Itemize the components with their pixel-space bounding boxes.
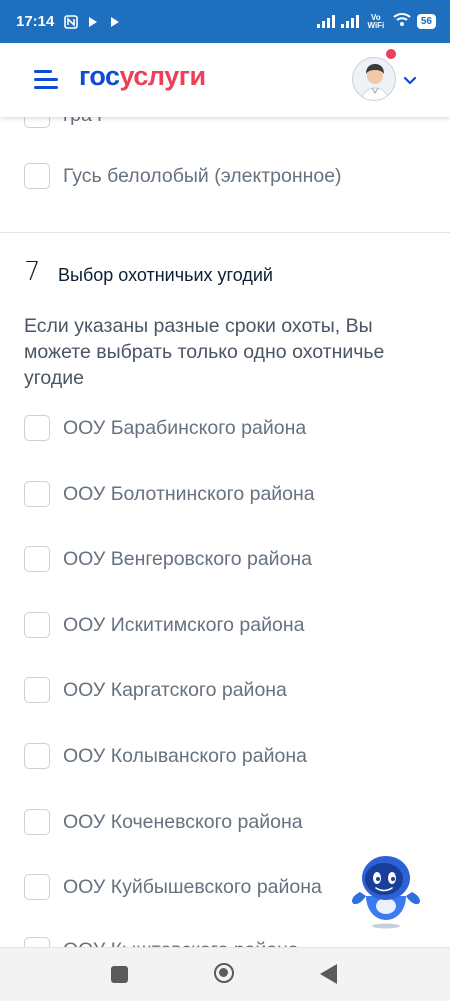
option-hunting-ground-9[interactable]: ООУ Кыштовского района <box>24 937 299 947</box>
option-hunting-ground-7[interactable]: ООУ Коченевского района <box>24 809 303 835</box>
checkbox[interactable] <box>24 415 50 441</box>
status-bar: 17:14 Vo WiFi 56 <box>0 0 450 43</box>
avatar[interactable] <box>352 57 396 101</box>
section-title: Выбор охотничьих угодий <box>58 265 273 285</box>
signal-icon <box>340 15 359 28</box>
option-hunting-ground-4[interactable]: ООУ Искитимского района <box>24 612 304 638</box>
option-label: ООУ Коченевского района <box>63 810 303 833</box>
home-icon[interactable] <box>214 963 234 983</box>
option-label: ООУ Венгеровского района <box>63 547 313 570</box>
option-hunting-ground-5[interactable]: ООУ Каргатского района <box>24 677 287 703</box>
option-label: ООУ Каргатского района <box>63 678 287 701</box>
recent-apps-icon[interactable] <box>111 966 128 983</box>
checkbox[interactable] <box>24 117 50 128</box>
checkbox[interactable] <box>24 874 50 900</box>
option-partial[interactable]: гра г <box>24 117 104 128</box>
status-time: 17:14 <box>16 13 55 30</box>
battery-icon: 56 <box>416 14 436 29</box>
play-icon <box>86 15 100 29</box>
checkbox[interactable] <box>24 809 50 835</box>
option-hunting-ground-8[interactable]: ООУ Куйбышевского района <box>24 874 322 900</box>
back-icon[interactable] <box>320 964 337 984</box>
volte-label: Vo WiFi <box>367 12 385 30</box>
section-hint: Если указаны разные сроки охоты, Вы може… <box>24 315 385 389</box>
checkbox[interactable] <box>24 612 50 638</box>
play-icon <box>108 15 122 29</box>
checkbox[interactable] <box>24 481 50 507</box>
system-nav-bar <box>0 947 450 1001</box>
section-divider <box>0 232 450 233</box>
option-label: ООУ Болотнинского района <box>63 482 315 505</box>
robot-assistant-icon[interactable] <box>346 852 430 932</box>
option-label: ООУ Искитимского района <box>63 613 305 636</box>
option-label: ООУ Барабинского района <box>63 416 307 439</box>
checkbox[interactable] <box>24 937 50 947</box>
form-content: гра г Гусь белолобый (электронное) 7 Выб… <box>0 117 450 947</box>
app-header: госуслуги <box>0 43 450 117</box>
logo-part-uslugi: услуги <box>119 61 207 91</box>
option-label: ООУ Колыванского района <box>63 744 307 767</box>
option-hunting-ground-2[interactable]: ООУ Болотнинского района <box>24 481 315 507</box>
checkbox[interactable] <box>24 546 50 572</box>
option-hunting-ground-1[interactable]: ООУ Барабинского района <box>24 415 306 441</box>
wifi-icon <box>393 12 411 31</box>
option-label: ООУ Куйбышевского района <box>63 875 322 898</box>
option-goose[interactable]: Гусь белолобый (электронное) <box>24 163 342 189</box>
step-number: 7 <box>24 257 41 287</box>
option-label: ООУ Кыштовского района <box>63 939 299 948</box>
nfc-icon <box>64 14 79 29</box>
chevron-down-icon[interactable] <box>403 73 417 85</box>
notification-dot <box>384 47 398 61</box>
option-hunting-ground-3[interactable]: ООУ Венгеровского района <box>24 546 312 572</box>
gosuslugi-logo[interactable]: госуслуги <box>79 61 206 92</box>
option-label: гра г <box>63 117 104 127</box>
menu-icon[interactable] <box>34 70 58 90</box>
signal-icon <box>316 15 335 28</box>
option-hunting-ground-6[interactable]: ООУ Колыванского района <box>24 743 307 769</box>
checkbox[interactable] <box>24 163 50 189</box>
checkbox[interactable] <box>24 743 50 769</box>
checkbox[interactable] <box>24 677 50 703</box>
option-label: Гусь белолобый (электронное) <box>63 164 342 187</box>
logo-part-gos: гос <box>79 61 120 91</box>
